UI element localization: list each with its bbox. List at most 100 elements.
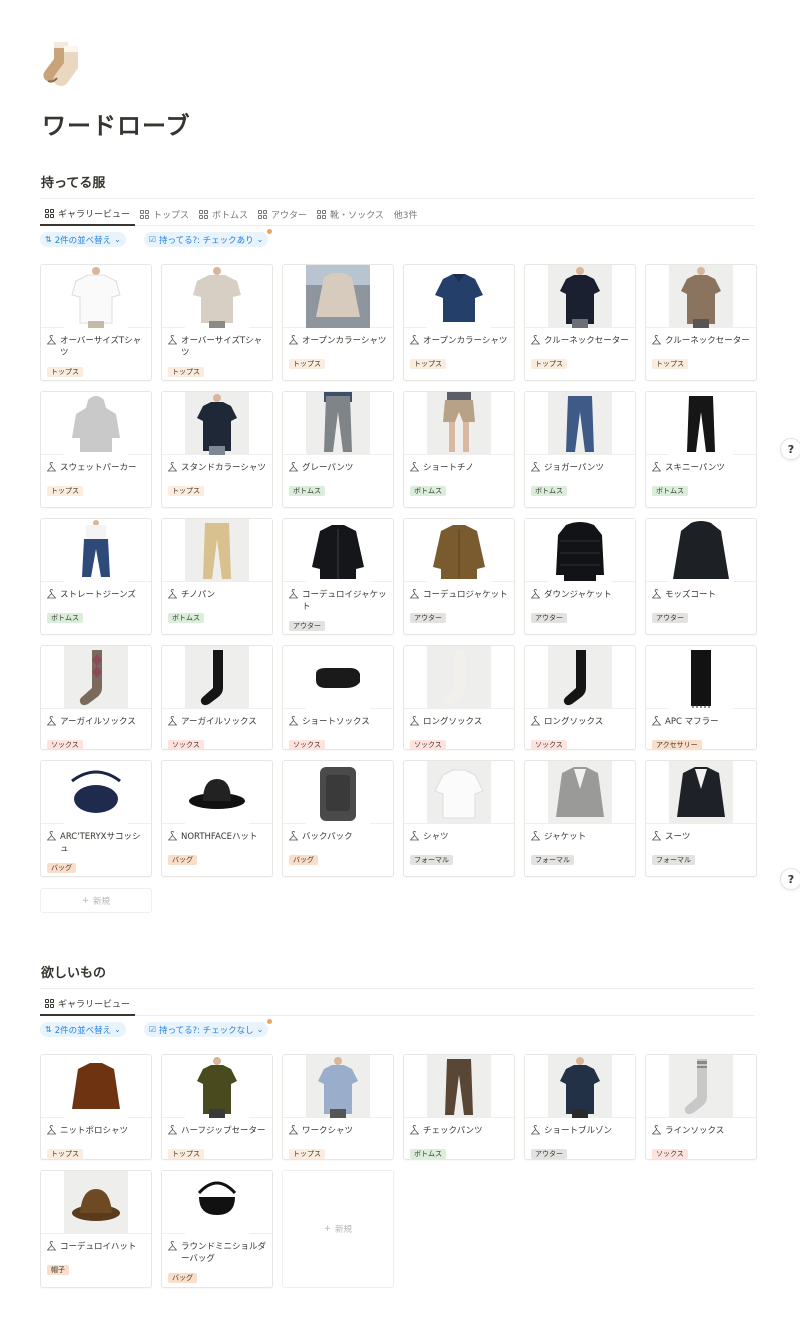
help-button[interactable]: ? — [780, 438, 800, 460]
gallery-card[interactable]: ロングソックス ソックス — [403, 645, 515, 750]
tab-0[interactable]: ギャラリービュー — [40, 204, 136, 226]
page-title[interactable]: ワードローブ — [42, 106, 191, 141]
gallery-card[interactable]: バックパック バッグ — [282, 760, 394, 877]
gallery-card[interactable]: オープンカラーシャツ トップス — [403, 264, 515, 381]
gallery-card[interactable]: APC マフラー アクセサリー — [645, 645, 757, 750]
hanger-icon — [409, 462, 420, 478]
item-photo — [306, 1055, 370, 1118]
gallery-card[interactable]: コーデュロイハット 帽子 — [40, 1170, 152, 1288]
gallery-card[interactable]: コーデュロイジャケット アウター — [282, 518, 394, 635]
filter-button[interactable]: ☑ 持ってる?: チェックあり ⌄ — [143, 229, 273, 247]
gallery-card[interactable]: チェックパンツ ボトムス — [403, 1054, 515, 1160]
hanger-icon — [46, 589, 57, 605]
tab-2[interactable]: ボトムス — [194, 204, 253, 226]
gallery-card[interactable]: ダウンジャケット アウター — [524, 518, 636, 635]
gallery-card[interactable]: スタンドカラーシャツ トップス — [161, 391, 273, 508]
gallery-card[interactable]: モッズコート アウター — [645, 518, 757, 635]
item-photo — [64, 646, 128, 709]
gallery-card[interactable]: ショートブルゾン アウター — [524, 1054, 636, 1160]
hanger-icon — [288, 462, 299, 478]
gallery-card[interactable]: アーガイルソックス ソックス — [40, 645, 152, 750]
section-title[interactable]: 欲しいもの — [40, 962, 754, 986]
category-tag: ボトムス — [289, 486, 325, 496]
gallery-card[interactable]: アーガイルソックス ソックス — [161, 645, 273, 750]
category-tag: ソックス — [289, 740, 325, 749]
card-cover — [162, 1171, 272, 1234]
tab-0[interactable]: ギャラリービュー — [40, 994, 136, 1016]
gallery-card[interactable]: NORTHFACEハット バッグ — [161, 760, 273, 877]
item-name: ハーフジップセーター — [181, 1126, 266, 1136]
gallery-card[interactable]: ラインソックス ソックス — [645, 1054, 757, 1160]
filter-label: 持ってる?: チェックなし — [159, 1025, 254, 1036]
category-tag: バッグ — [168, 855, 197, 865]
category-tag: アウター — [531, 613, 567, 623]
item-photo — [64, 519, 128, 582]
item-photo — [548, 265, 612, 328]
gallery-card[interactable]: オーバーサイズTシャツ トップス — [161, 264, 273, 381]
hanger-icon — [167, 1241, 178, 1265]
gallery-card[interactable]: スーツ フォーマル — [645, 760, 757, 877]
gallery-card[interactable]: クルーネックセーター トップス — [645, 264, 757, 381]
item-name: オーバーサイズTシャツ — [60, 336, 142, 358]
filter-bar: ⇅ 2件の並べ替え ⌄ ☑ 持ってる?: チェックなし ⌄ — [40, 1019, 273, 1038]
item-photo — [669, 646, 733, 709]
gallery-card[interactable]: クルーネックセーター トップス — [524, 264, 636, 381]
hanger-icon — [530, 589, 541, 605]
gallery-icon — [45, 209, 54, 218]
category-tag: ソックス — [168, 740, 204, 749]
filter-label: 持ってる?: チェックあり — [159, 235, 254, 246]
card-cover — [41, 265, 151, 328]
tab-4[interactable]: 靴・ソックス — [312, 204, 389, 226]
new-item-button[interactable]: + 新規 — [282, 1170, 394, 1288]
gallery-card[interactable]: ショートソックス ソックス — [282, 645, 394, 750]
card-cover — [41, 1055, 151, 1118]
hanger-icon — [409, 589, 420, 605]
tab-3[interactable]: アウター — [253, 204, 312, 226]
sort-button[interactable]: ⇅ 2件の並べ替え ⌄ — [40, 1022, 126, 1037]
item-name: ラウンドミニショルダーバッグ — [181, 1242, 267, 1264]
gallery-card[interactable]: ハーフジップセーター トップス — [161, 1054, 273, 1160]
gallery-icon — [199, 210, 209, 219]
gallery-icon — [45, 999, 54, 1008]
gallery-card[interactable]: コーデュロジャケット アウター — [403, 518, 515, 635]
socks-emoji-icon[interactable] — [40, 40, 92, 88]
card-cover — [283, 646, 393, 709]
gallery-card[interactable]: シャツ フォーマル — [403, 760, 515, 877]
gallery-card[interactable]: スウェットパーカー トップス — [40, 391, 152, 508]
gallery-card[interactable]: ワークシャツ トップス — [282, 1054, 394, 1160]
gallery-card[interactable]: オーバーサイズTシャツ トップス — [40, 264, 152, 381]
gallery-card[interactable]: ストレートジーンズ ボトムス — [40, 518, 152, 635]
item-name: ラインソックス — [665, 1126, 725, 1136]
filter-button[interactable]: ☑ 持ってる?: チェックなし ⌄ — [143, 1019, 273, 1037]
section-title[interactable]: 持ってる服 — [40, 172, 754, 196]
card-cover — [404, 519, 514, 582]
gallery-card[interactable]: オープンカラーシャツ トップス — [282, 264, 394, 381]
gallery-card[interactable]: ロングソックス ソックス — [524, 645, 636, 750]
hanger-icon — [651, 1125, 662, 1141]
gallery-card[interactable]: ジョガーパンツ ボトムス — [524, 391, 636, 508]
gallery-card[interactable]: ジャケット フォーマル — [524, 760, 636, 877]
tab-5[interactable]: 他3件 — [389, 204, 423, 226]
card-cover — [646, 1055, 756, 1118]
gallery-card[interactable]: グレーパンツ ボトムス — [282, 391, 394, 508]
gallery-card[interactable]: チノパン ボトムス — [161, 518, 273, 635]
hanger-icon — [46, 716, 57, 732]
tab-1[interactable]: トップス — [135, 204, 194, 226]
card-cover — [525, 761, 635, 824]
category-tag: ボトムス — [531, 486, 567, 496]
gallery-card[interactable]: ラウンドミニショルダーバッグ バッグ — [161, 1170, 273, 1288]
sort-button[interactable]: ⇅ 2件の並べ替え ⌄ — [40, 232, 126, 247]
gallery-card[interactable]: ショートチノ ボトムス — [403, 391, 515, 508]
gallery-card[interactable]: ニットポロシャツ トップス — [40, 1054, 152, 1160]
gallery-card[interactable]: スキニーパンツ ボトムス — [645, 391, 757, 508]
tab-label: ギャラリービュー — [58, 210, 131, 220]
new-item-button[interactable]: + 新規 — [40, 888, 152, 913]
item-name: スーツ — [665, 832, 691, 842]
item-name: バックパック — [302, 832, 353, 842]
help-button[interactable]: ? — [780, 868, 800, 890]
card-cover — [525, 519, 635, 582]
category-tag: アウター — [652, 613, 688, 623]
card-cover — [41, 392, 151, 455]
gallery-card[interactable]: ARC'TERYXサコッシュ バッグ — [40, 760, 152, 877]
category-tag: アウター — [531, 1149, 567, 1159]
